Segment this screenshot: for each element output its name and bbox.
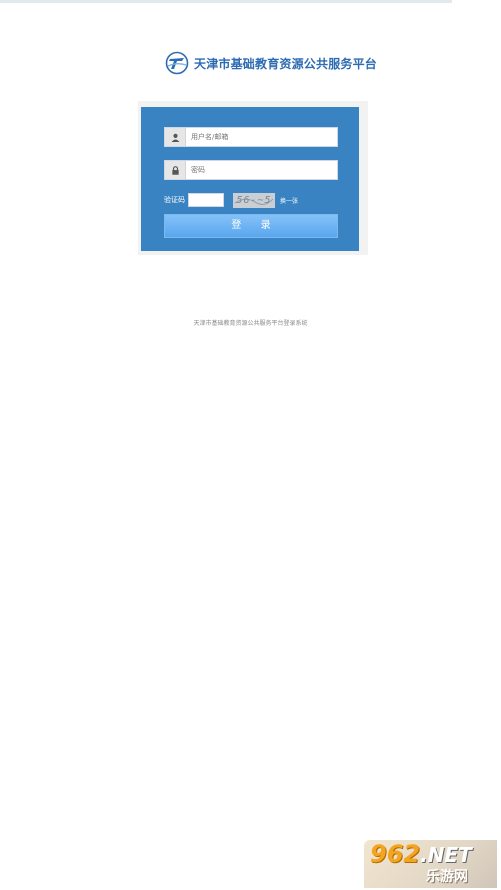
login-button[interactable]: 登 录 <box>164 214 338 238</box>
site-title: 天津市基础教育资源公共服务平台 <box>194 56 378 71</box>
tj-edu-logo-icon <box>165 51 189 75</box>
brand-header: 天津市基础教育资源公共服务平台 <box>165 50 377 76</box>
watermark-number: 962 <box>370 840 421 868</box>
captcha-input[interactable] <box>188 193 224 207</box>
watermark-logo: 962.NET <box>370 840 472 868</box>
captcha-row: 验证码 56-~5 换一张 <box>164 192 344 208</box>
login-form: 验证码 56-~5 换一张 登 录 <box>141 107 359 251</box>
username-field <box>164 127 338 147</box>
top-border <box>0 0 452 3</box>
site-watermark: 962.NET 乐游网 <box>364 840 497 888</box>
watermark-site-name: 乐游网 <box>426 869 468 885</box>
lock-icon <box>165 161 186 179</box>
user-icon <box>165 128 186 146</box>
footer-text: 天津市基础教育资源公共服务平台登录系统 <box>193 320 308 327</box>
password-input[interactable] <box>186 162 331 178</box>
captcha-refresh-link[interactable]: 换一张 <box>280 196 298 205</box>
captcha-text: 56-~5 <box>236 194 272 206</box>
captcha-label: 验证码 <box>164 196 185 204</box>
watermark-net: .NET <box>420 843 472 867</box>
password-field <box>164 160 338 180</box>
captcha-image[interactable]: 56-~5 <box>233 192 275 208</box>
username-input[interactable] <box>186 129 331 145</box>
login-panel: 验证码 56-~5 换一张 登 录 <box>138 101 368 255</box>
